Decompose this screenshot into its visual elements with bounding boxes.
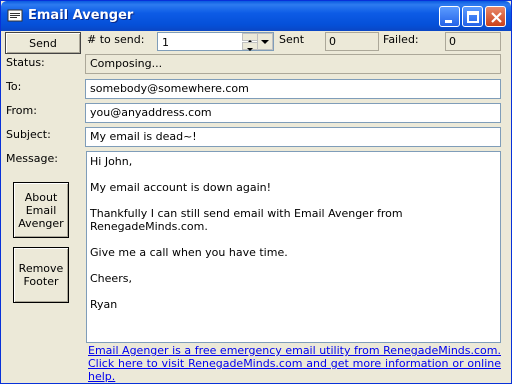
sent-count: 0	[325, 32, 379, 51]
close-icon	[491, 12, 502, 23]
message-label: Message:	[6, 152, 58, 165]
remove-footer-button[interactable]: Remove Footer	[13, 247, 69, 303]
to-send-label: # to send:	[87, 33, 145, 46]
sent-label: Sent	[279, 33, 305, 46]
renegademinds-link[interactable]: Email Agenger is a free emergency email …	[88, 344, 501, 383]
message-line: Cheers,	[90, 272, 132, 285]
to-input[interactable]: somebody@somewhere.com	[85, 79, 501, 99]
subject-label: Subject:	[6, 128, 51, 141]
from-input[interactable]: you@anyaddress.com	[85, 103, 501, 123]
failed-count: 0	[445, 32, 501, 51]
message-line: Hi John,	[90, 155, 133, 168]
arrow-down-icon	[247, 48, 253, 51]
window-title: Email Avenger	[28, 8, 134, 23]
maximize-icon	[467, 11, 479, 23]
message-line: Ryan	[90, 298, 118, 311]
to-label: To:	[6, 80, 22, 93]
message-line: Thankfully I can still send email with E…	[90, 207, 403, 233]
title-bar[interactable]: Email Avenger	[1, 1, 511, 31]
email-avenger-window: Email Avenger Send # to send: 1 Sent 0 F…	[0, 0, 512, 384]
minimize-button[interactable]	[439, 6, 460, 27]
status-label: Status:	[6, 56, 45, 69]
status-field: Composing...	[85, 54, 501, 74]
about-button[interactable]: About Email Avenger	[13, 182, 69, 238]
to-send-value: 1	[162, 36, 169, 49]
close-button[interactable]	[485, 6, 506, 27]
message-line: My email account is down again!	[90, 181, 272, 194]
spin-up-button[interactable]	[242, 33, 258, 43]
subject-input[interactable]: My email is dead~!	[85, 127, 501, 147]
send-button[interactable]: Send	[5, 32, 81, 54]
maximize-button[interactable]	[462, 6, 483, 27]
failed-label: Failed:	[383, 33, 419, 46]
message-line: Give me a call when you have time.	[90, 246, 288, 259]
app-icon	[7, 9, 23, 22]
from-label: From:	[6, 104, 37, 117]
minimize-icon	[445, 20, 452, 23]
spin-down-button[interactable]	[242, 42, 258, 51]
message-textarea[interactable]: Hi John, My email account is down again!…	[86, 151, 501, 343]
dropdown-button[interactable]	[257, 33, 273, 50]
to-send-spinner[interactable]: 1	[157, 32, 274, 51]
chevron-down-icon	[261, 40, 269, 44]
